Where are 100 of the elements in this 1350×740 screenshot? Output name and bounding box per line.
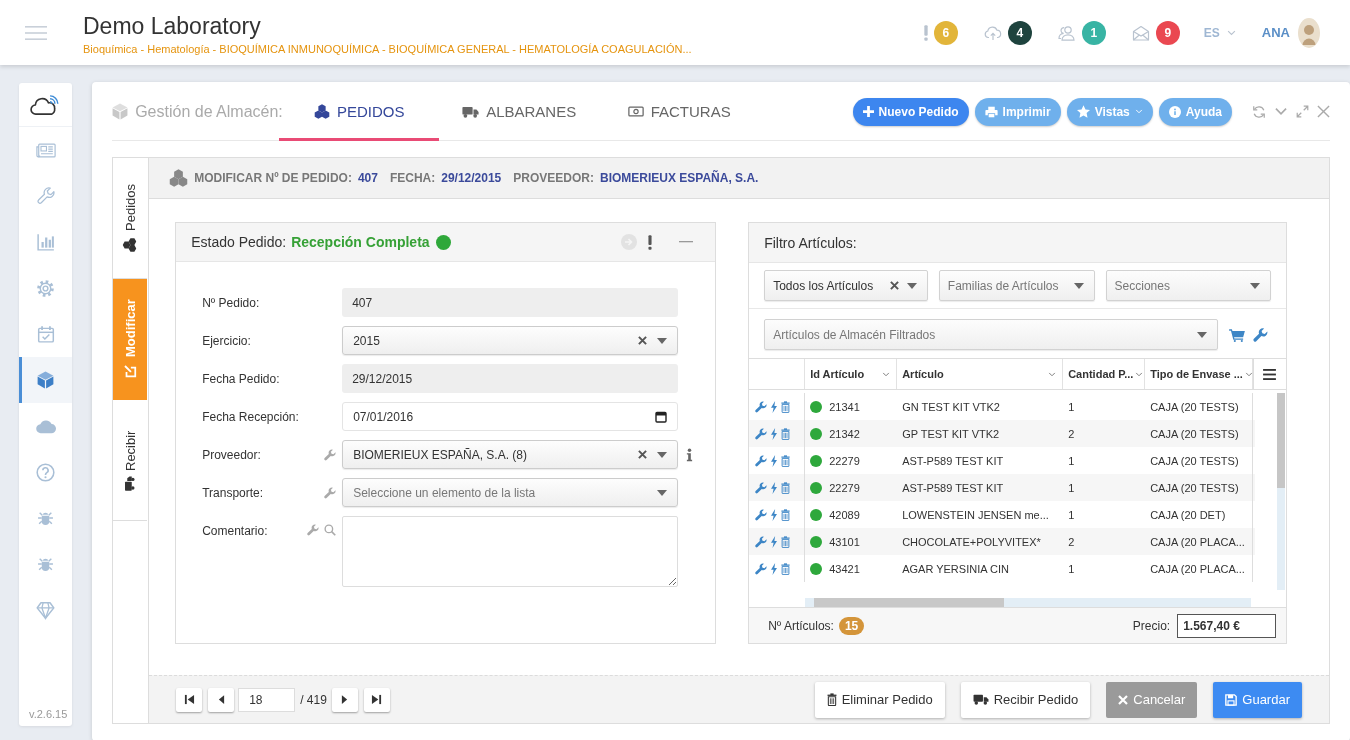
clear-icon[interactable]	[638, 336, 648, 345]
bug-icon	[37, 510, 55, 526]
column-header[interactable]: Artículo	[897, 359, 1064, 389]
caret-icon[interactable]	[906, 282, 917, 289]
tab[interactable]: FACTURAS	[599, 82, 760, 141]
chevron-down-icon[interactable]	[1135, 371, 1144, 377]
horizontal-scrollbar[interactable]	[805, 598, 1252, 607]
wrench-icon[interactable]	[307, 524, 320, 536]
caret-icon[interactable]	[657, 451, 668, 458]
wrench-icon[interactable]	[755, 427, 768, 440]
trash-icon[interactable]	[781, 508, 791, 521]
sidebar-item[interactable]	[19, 357, 73, 403]
caret-icon[interactable]	[657, 337, 668, 344]
calendar-icon[interactable]	[655, 410, 668, 423]
chevron-down-icon[interactable]	[882, 371, 891, 377]
chevron-down-icon[interactable]	[1226, 29, 1236, 36]
menu-icon[interactable]	[1262, 368, 1276, 380]
expand-icon[interactable]	[1296, 105, 1309, 118]
trash-icon[interactable]	[781, 454, 791, 467]
bolt-icon[interactable]	[771, 427, 778, 440]
bolt-icon[interactable]	[771, 400, 778, 413]
filter-select[interactable]: Todos los Artículos	[764, 270, 928, 301]
user-avatar[interactable]	[1298, 17, 1320, 48]
tab[interactable]: ALBARANES	[439, 82, 600, 141]
vertical-scrollbar[interactable]	[1277, 393, 1286, 590]
users-icon[interactable]	[1057, 24, 1076, 41]
edit-icon	[123, 364, 138, 379]
first-page-button[interactable]	[176, 687, 203, 712]
filter-select[interactable]: Secciones	[1105, 270, 1272, 301]
notification-badge: 1	[1081, 20, 1106, 45]
delete-button[interactable]: Eliminar Pedido	[814, 681, 945, 718]
bolt-icon[interactable]	[771, 481, 778, 494]
clear-icon[interactable]	[889, 281, 899, 290]
cubes-icon	[169, 169, 189, 187]
wrench-icon[interactable]	[755, 508, 768, 521]
select-field[interactable]: Seleccione un elemento de la lista	[342, 478, 679, 507]
search-icon[interactable]	[324, 524, 337, 536]
bolt-icon[interactable]	[771, 535, 778, 548]
receive-button[interactable]: Recibir Pedido	[960, 681, 1091, 718]
bolt-icon[interactable]	[771, 508, 778, 521]
previous-page-button[interactable]	[208, 687, 235, 712]
add-button[interactable]: Nuevo Pedido	[852, 97, 969, 126]
order-field-value: BIOMERIEUX ESPAÑA, S.A.	[600, 171, 759, 185]
clear-icon[interactable]	[638, 450, 648, 459]
trash-icon[interactable]	[781, 481, 791, 494]
status-dot-icon	[810, 481, 823, 494]
wrench-icon[interactable]	[755, 535, 768, 548]
trash-icon[interactable]	[781, 400, 791, 413]
field-label: Comentario:	[202, 524, 268, 538]
page-field[interactable]: 18	[238, 687, 296, 712]
wrench-icon[interactable]	[755, 562, 768, 575]
table-row[interactable]: 43101 CHOCOLATE+POLYVITEX* 2 CAJA (20 PLACA...	[749, 528, 1256, 555]
comment-field[interactable]	[342, 516, 679, 587]
column-header[interactable]: Id Artículo	[805, 359, 898, 389]
chevron-down-icon[interactable]	[1274, 107, 1288, 116]
select-field[interactable]: 2015	[342, 326, 679, 355]
newspaper-icon	[35, 142, 56, 158]
table-cell-text: CHOCOLATE+POLYVITEX*	[901, 534, 1042, 550]
article-list-select[interactable]: Artículos de Almacén Filtrados	[764, 319, 1219, 350]
wrench-icon[interactable]	[755, 400, 768, 413]
wrench-icon[interactable]	[324, 448, 337, 461]
chevron-down-icon[interactable]	[1244, 371, 1253, 377]
trash-icon[interactable]	[781, 535, 791, 548]
next-page-button[interactable]	[331, 687, 358, 712]
caret-icon[interactable]	[1250, 282, 1261, 289]
trash-icon[interactable]	[781, 427, 791, 440]
exclamation-icon[interactable]	[648, 234, 653, 250]
info-icon[interactable]	[686, 447, 694, 462]
envelope-icon[interactable]	[1131, 24, 1150, 41]
caret-icon[interactable]	[1073, 282, 1084, 289]
status-text: Recepción Completa	[291, 234, 430, 250]
last-page-button[interactable]	[363, 687, 390, 712]
price-label: Precio:	[1132, 618, 1171, 633]
cart-icon[interactable]	[1229, 327, 1246, 342]
wrench-icon[interactable]	[1253, 327, 1269, 342]
select-field[interactable]: BIOMERIEUX ESPAÑA, S.A. (8)	[342, 440, 679, 469]
caret-icon[interactable]	[1197, 331, 1208, 338]
date-field[interactable]: 07/01/2016	[342, 402, 679, 431]
close-icon[interactable]	[1317, 105, 1330, 118]
version-label: v.2.6.15	[28, 708, 69, 722]
price-field[interactable]: 1.567,40 €	[1177, 613, 1277, 638]
table-row[interactable]: 22279 AST-P589 TEST KIT 1 CAJA (20 TESTS)	[749, 474, 1256, 501]
table-cell: CAJA (20 PLACA...	[1145, 555, 1254, 582]
refresh-icon[interactable]	[1252, 104, 1266, 119]
column-header[interactable]: Cantidad P...	[1063, 359, 1146, 389]
panel-title: Estado Pedido:	[191, 234, 287, 250]
chevron-down-icon[interactable]	[1048, 371, 1057, 377]
wrench-icon[interactable]	[755, 481, 768, 494]
trash-icon[interactable]	[781, 562, 791, 575]
filter-select[interactable]: Familias de Artículos	[938, 270, 1095, 301]
table-cell-text: AST-P589 TEST KIT	[901, 453, 1005, 469]
field-label: Fecha Pedido:	[202, 371, 280, 386]
bolt-icon[interactable]	[771, 454, 778, 467]
caret-icon[interactable]	[657, 489, 668, 496]
bolt-icon[interactable]	[771, 562, 778, 575]
column-header[interactable]: Tipo de Envase ...	[1145, 359, 1254, 389]
wrench-icon[interactable]	[324, 486, 337, 499]
cloud-upload-icon[interactable]	[983, 24, 1002, 41]
wrench-icon[interactable]	[755, 454, 768, 467]
table-row[interactable]: 21342 GP TEST KIT VTK2 2 CAJA (20 TESTS)	[749, 420, 1256, 447]
